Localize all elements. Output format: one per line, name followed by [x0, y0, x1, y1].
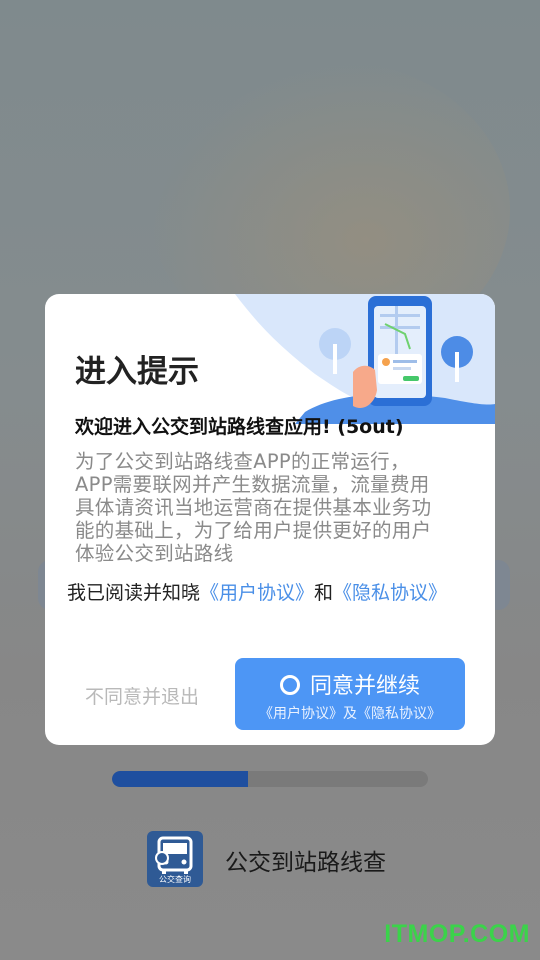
app-logo: 公交查询 [147, 831, 203, 887]
notice-body: 为了公交到站路线查APP的正常运行，APP需要联网并产生数据流量，流量费用具体请… [75, 450, 432, 565]
agree-button-main: 同意并继续 [235, 668, 465, 700]
dialog-title: 进入提示 [75, 354, 199, 390]
phone-map-illustration [235, 294, 495, 424]
consent-text: 我已阅读并知晓《用户协议》和《隐私协议》 [67, 581, 457, 605]
privacy-policy-link[interactable]: 《隐私协议》 [333, 582, 447, 604]
radio-circle-icon [279, 675, 300, 695]
loading-progress-fill [112, 771, 248, 787]
app-logo-caption: 公交查询 [159, 875, 191, 884]
decline-button[interactable]: 不同意并退出 [85, 682, 199, 709]
privacy-dialog: 进入提示 欢迎进入公交到站路线查应用! (5out) 为了公交到站路线查APP的… [45, 294, 495, 745]
loading-progress-bar [112, 771, 428, 787]
app-name: 公交到站路线查 [225, 850, 386, 876]
user-agreement-link[interactable]: 《用户协议》 [200, 582, 314, 604]
watermark: ITMOP.COM [384, 920, 530, 948]
consent-prefix: 我已阅读并知晓 [67, 582, 201, 604]
welcome-text: 欢迎进入公交到站路线查应用! (5out) [75, 416, 404, 438]
agree-button[interactable]: 同意并继续 《用户协议》及《隐私协议》 [235, 658, 465, 730]
agree-button-subtext: 《用户协议》及《隐私协议》 [259, 706, 441, 722]
agree-button-label: 同意并继续 [309, 674, 420, 699]
consent-and: 和 [314, 582, 334, 604]
